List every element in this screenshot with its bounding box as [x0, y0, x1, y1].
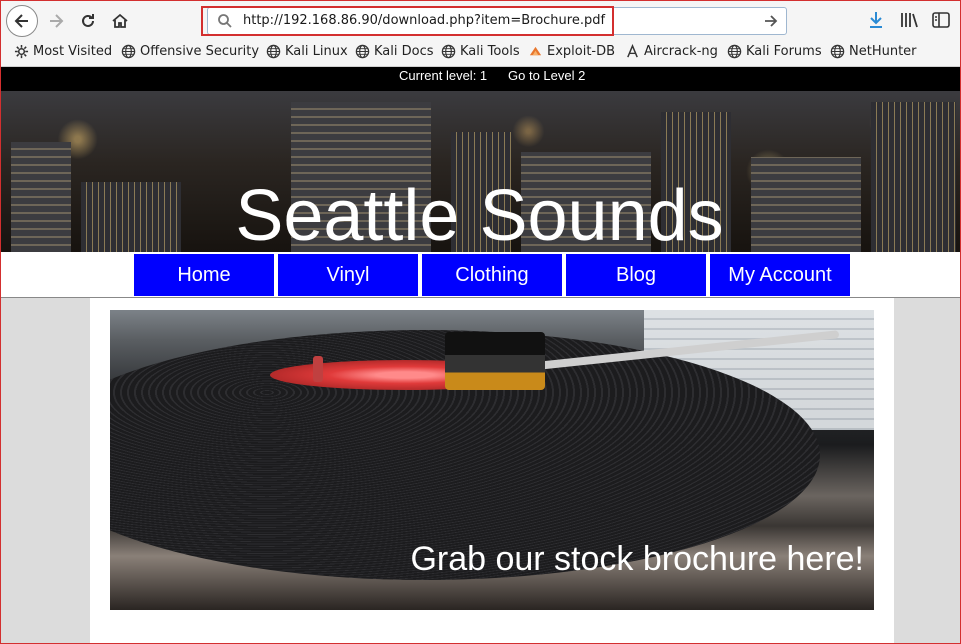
bookmark-label: NetHunter: [849, 44, 917, 59]
bookmarks-toolbar: Most Visited Offensive Security Kali Lin…: [1, 39, 960, 67]
bookmark-aircrack-ng[interactable]: Aircrack-ng: [625, 44, 718, 59]
forward-button[interactable]: [41, 6, 71, 36]
globe-icon: [121, 44, 136, 59]
bookmark-kali-docs[interactable]: Kali Docs: [355, 44, 434, 59]
download-icon[interactable]: [867, 10, 885, 30]
site-nav: Home Vinyl Clothing Blog My Account: [1, 252, 960, 298]
brochure-link[interactable]: Grab our stock brochure here!: [110, 540, 864, 579]
browser-toolbar: http://192.168.86.90/download.php?item=B…: [1, 1, 960, 39]
bookmark-label: Kali Docs: [374, 44, 434, 59]
nav-my-account[interactable]: My Account: [710, 254, 850, 296]
sidebar-icon[interactable]: [931, 10, 951, 30]
tonearm-cartridge: [445, 332, 545, 390]
bookmark-label: Aircrack-ng: [644, 44, 718, 59]
bookmark-kali-forums[interactable]: Kali Forums: [727, 44, 822, 59]
bookmark-label: Kali Linux: [285, 44, 348, 59]
gear-icon: [14, 44, 29, 59]
record-spindle: [313, 356, 323, 382]
reload-button[interactable]: [73, 6, 103, 36]
bookmark-label: Kali Tools: [460, 44, 520, 59]
globe-icon: [266, 44, 281, 59]
current-level-text: Current level: 1: [399, 68, 488, 83]
nav-home[interactable]: Home: [134, 254, 274, 296]
bookmark-most-visited[interactable]: Most Visited: [14, 44, 112, 59]
go-arrow-icon[interactable]: [762, 12, 780, 30]
home-icon: [112, 13, 128, 28]
back-button[interactable]: [6, 5, 38, 37]
globe-icon: [441, 44, 456, 59]
globe-icon: [355, 44, 370, 59]
nav-vinyl[interactable]: Vinyl: [278, 254, 418, 296]
bookmark-label: Most Visited: [33, 44, 113, 59]
bookmark-kali-linux[interactable]: Kali Linux: [266, 44, 348, 59]
bookmark-label: Exploit-DB: [547, 44, 616, 59]
home-button[interactable]: [105, 6, 135, 36]
bookmark-label: Kali Forums: [746, 44, 822, 59]
library-icon[interactable]: [899, 10, 919, 30]
url-highlight-box: [201, 6, 614, 36]
globe-icon: [830, 44, 845, 59]
nav-blog[interactable]: Blog: [566, 254, 706, 296]
globe-icon: [727, 44, 742, 59]
bookmark-kali-tools[interactable]: Kali Tools: [441, 44, 520, 59]
site-title: Seattle Sounds: [235, 176, 724, 256]
exploit-db-icon: [529, 46, 542, 56]
bookmark-nethunter[interactable]: NetHunter: [830, 44, 917, 59]
level-bar: Current level: 1 Go to Level 2: [1, 67, 960, 91]
arrow-right-icon: [50, 14, 64, 28]
aircrack-icon: [627, 44, 638, 58]
bookmark-exploit-db[interactable]: Exploit-DB: [528, 44, 615, 59]
bookmark-label: Offensive Security: [140, 44, 260, 59]
nav-clothing[interactable]: Clothing: [422, 254, 562, 296]
goto-level-link[interactable]: Go to Level 2: [508, 68, 585, 83]
arrow-left-icon: [14, 14, 28, 28]
reload-icon: [82, 14, 94, 27]
bookmark-offensive-security[interactable]: Offensive Security: [121, 44, 259, 59]
